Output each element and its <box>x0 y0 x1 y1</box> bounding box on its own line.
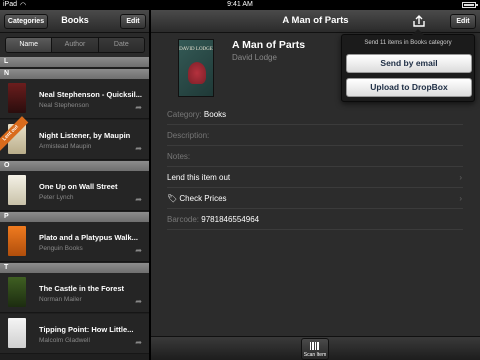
list-item[interactable]: Plato and a Platypus Walk... Penguin Boo… <box>0 222 149 262</box>
scan-item-label: Scan Item <box>303 352 327 358</box>
section-header-o: O <box>0 161 149 171</box>
price-tag-icon: 🏷︎ <box>167 194 178 203</box>
book-title: A Man of Parts <box>232 39 306 51</box>
book-cover <box>8 83 26 113</box>
section-header-p: P <box>0 212 149 222</box>
book-cover <box>8 318 26 348</box>
share-arrow-icon[interactable]: ➦ <box>135 246 142 255</box>
check-prices-row[interactable]: 🏷︎ Check Prices <box>167 194 227 203</box>
description-field[interactable]: Description: <box>167 131 209 140</box>
scan-item-button[interactable]: Scan Item <box>301 338 329 360</box>
book-author: Peter Lynch <box>39 194 74 201</box>
list-item[interactable]: One Up on Wall Street Peter Lynch ➦ <box>0 171 149 211</box>
divider <box>167 208 463 209</box>
divider <box>167 124 463 125</box>
barcode-icon <box>310 342 320 350</box>
share-arrow-icon[interactable]: ➦ <box>135 297 142 306</box>
book-title: The Castle in the Forest <box>39 284 125 293</box>
book-cover <box>8 175 26 205</box>
book-list-panel: Categories Books Edit Name Author Date L… <box>0 10 150 360</box>
section-header-l: L <box>0 57 149 67</box>
list-item[interactable]: The Castle in the Forest Norman Mailer ➦ <box>0 273 149 313</box>
notes-label: Notes: <box>167 152 191 161</box>
category-label: Category: <box>167 110 202 119</box>
lend-item-label: Lend this item out <box>167 173 231 182</box>
chevron-right-icon: › <box>459 194 462 203</box>
share-arrow-icon[interactable]: ➦ <box>135 338 142 347</box>
detail-nav-title: A Man of Parts <box>282 15 349 26</box>
lend-item-row[interactable]: Lend this item out <box>167 173 230 182</box>
popover-message: Send 11 items in Books category <box>364 40 452 46</box>
barcode-field[interactable]: Barcode: 9781846554964 <box>167 215 259 224</box>
sort-control: Name Author Date <box>0 33 149 57</box>
chevron-right-icon: › <box>459 173 462 182</box>
share-icon[interactable] <box>408 14 430 29</box>
book-title: Neal Stephenson - Quicksil... <box>39 90 142 99</box>
send-by-email-button[interactable]: Send by email <box>346 54 472 73</box>
book-cover <box>8 226 26 256</box>
categories-button[interactable]: Categories <box>4 14 48 29</box>
book-author: Penguin Books <box>39 245 83 252</box>
clock: 9:41 AM <box>227 1 253 8</box>
category-value: Books <box>203 110 227 119</box>
list-navbar: Categories Books Edit <box>0 10 149 33</box>
divider <box>167 229 463 230</box>
status-bar: iPad ◠ 9:41 AM <box>0 0 480 10</box>
list-item[interactable]: Lent out Night Listener, by Maupin Armis… <box>0 116 149 160</box>
book-title: Plato and a Platypus Walk... <box>39 233 138 242</box>
book-title: One Up on Wall Street <box>39 182 118 191</box>
popover-arrow <box>412 29 424 35</box>
sort-tab-author[interactable]: Author <box>52 38 99 52</box>
book-title: Tipping Point: How Little... <box>39 325 134 334</box>
upload-to-dropbox-button[interactable]: Upload to DropBox <box>346 78 472 97</box>
list-edit-button[interactable]: Edit <box>120 14 146 29</box>
notes-field[interactable]: Notes: <box>167 152 190 161</box>
divider <box>167 187 463 188</box>
sort-tab-name[interactable]: Name <box>6 38 53 52</box>
book-author: David Lodge <box>232 53 277 62</box>
list-title: Books <box>61 15 89 25</box>
book-cover-large: DAVID LODGE <box>178 39 214 97</box>
book-author: Norman Mailer <box>39 296 82 303</box>
share-arrow-icon[interactable]: ➦ <box>135 195 142 204</box>
battery-icon <box>462 2 478 8</box>
bottom-toolbar: Scan Item <box>151 336 480 360</box>
list-item[interactable]: Neal Stephenson - Quicksil... Neal Steph… <box>0 79 149 119</box>
list-item[interactable]: Tipping Point: How Little... Malcolm Gla… <box>0 314 149 354</box>
cover-text: DAVID LODGE <box>179 47 213 52</box>
section-header-n: N <box>0 69 149 79</box>
book-author: Neal Stephenson <box>39 102 89 109</box>
barcode-label: Barcode: <box>167 215 200 224</box>
section-header-t: T <box>0 263 149 273</box>
cover-art <box>188 62 206 84</box>
description-label: Description: <box>167 131 210 140</box>
divider <box>167 145 463 146</box>
book-title: Night Listener, by Maupin <box>39 131 131 140</box>
share-arrow-icon[interactable]: ➦ <box>135 103 142 112</box>
divider <box>167 166 463 167</box>
check-prices-label: Check Prices <box>179 194 227 203</box>
detail-navbar: A Man of Parts Edit <box>151 10 480 33</box>
share-popover: Send 11 items in Books category Send by … <box>341 29 475 102</box>
category-field[interactable]: Category: Books <box>167 110 226 119</box>
share-arrow-icon[interactable]: ➦ <box>135 144 142 153</box>
book-author: Malcolm Gladwell <box>39 337 90 344</box>
barcode-value: 9781846554964 <box>201 215 260 224</box>
book-author: Armistead Maupin <box>39 143 92 150</box>
sort-tab-date[interactable]: Date <box>98 38 144 52</box>
book-cover <box>8 277 26 307</box>
detail-edit-button[interactable]: Edit <box>450 14 476 29</box>
